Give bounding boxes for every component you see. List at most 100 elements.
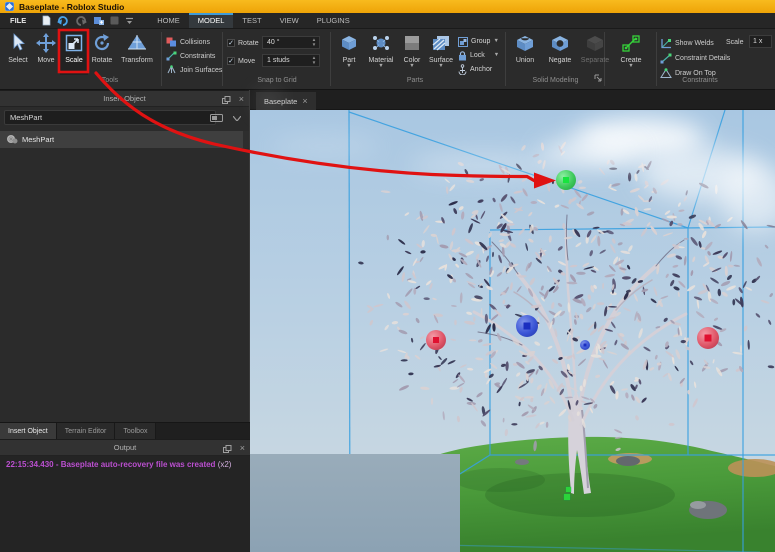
origin-marker-green xyxy=(564,494,570,500)
anchor-icon xyxy=(458,64,467,75)
tree-branches xyxy=(472,228,688,427)
move-icon xyxy=(36,31,56,55)
create-constraint-icon xyxy=(622,31,640,55)
cloud xyxy=(270,135,380,157)
float-panel-icon[interactable] xyxy=(223,445,232,453)
placeholder-icon xyxy=(110,16,119,25)
anchor-button[interactable]: Anchor xyxy=(458,63,492,76)
color-button[interactable]: Color ▼ xyxy=(398,31,426,75)
chevron-down-icon[interactable]: ▼ xyxy=(628,63,633,69)
tab-model[interactable]: MODEL xyxy=(188,13,234,28)
insert-icon[interactable] xyxy=(93,15,105,26)
union-button[interactable]: Union xyxy=(510,31,540,75)
undo-icon[interactable] xyxy=(57,15,69,26)
scale-handle-front-blue[interactable] xyxy=(516,315,538,337)
meshpart-icon xyxy=(7,135,18,144)
stepper-icon[interactable]: ▲ ▼ xyxy=(310,55,318,66)
separate-icon xyxy=(585,31,605,55)
section-divider xyxy=(330,32,331,86)
chevron-down-icon[interactable]: ▼ xyxy=(409,63,414,69)
handle-center-square xyxy=(583,343,587,347)
origin-marker-green xyxy=(566,487,571,492)
section-divider xyxy=(505,32,506,86)
chevron-down-icon[interactable]: ▼ xyxy=(438,63,443,69)
rotate-button[interactable]: Rotate xyxy=(88,31,116,75)
scale-handle-back-blue[interactable] xyxy=(580,340,590,350)
constraint-details-toggle[interactable]: Constraint Details xyxy=(660,52,730,64)
chevron-down-icon[interactable] xyxy=(233,116,241,121)
group-button[interactable]: Group ▼ xyxy=(458,35,499,48)
lock-button[interactable]: Lock ▼ xyxy=(458,49,499,62)
snap-move-checkbox[interactable]: ✓ Move xyxy=(227,55,255,67)
list-item-meshpart[interactable]: MeshPart xyxy=(0,131,249,148)
stepper-icon[interactable]: ▲ ▼ xyxy=(310,37,318,48)
snap-move-input[interactable]: 1 studs ▲ ▼ xyxy=(262,54,320,67)
float-panel-icon[interactable] xyxy=(222,96,231,104)
tab-view[interactable]: VIEW xyxy=(271,13,308,28)
tab-plugins[interactable]: PLUGINS xyxy=(308,13,359,28)
filter-icon[interactable] xyxy=(210,114,223,122)
part-button[interactable]: Part ▼ xyxy=(334,31,364,75)
file-menu[interactable]: FILE xyxy=(0,13,36,28)
constraints-toggle-icon xyxy=(166,51,177,61)
dock-tab-toolbox[interactable]: Toolbox xyxy=(115,423,157,439)
rotate-icon xyxy=(92,31,112,55)
handle-center-square xyxy=(433,337,439,343)
join-surfaces-icon xyxy=(167,65,176,74)
chevron-down-icon[interactable]: ▼ xyxy=(493,38,498,44)
handle-center-square xyxy=(563,177,569,183)
chevron-down-icon[interactable]: ▼ xyxy=(346,63,351,69)
dock-tab-insert-object[interactable]: Insert Object xyxy=(0,423,57,439)
dock-tab-terrain-editor[interactable]: Terrain Editor xyxy=(56,423,116,439)
negate-button[interactable]: Negate xyxy=(544,31,576,75)
snap-rotate-input[interactable]: 40 ° ▲ ▼ xyxy=(262,36,320,49)
solid-modeling-section-label: Solid Modeling xyxy=(532,77,579,84)
chevron-down-icon[interactable]: ▼ xyxy=(494,52,499,58)
dock-tab-bar: Insert Object Terrain Editor Toolbox xyxy=(0,422,250,439)
constraints-toggle[interactable]: Constraints xyxy=(166,50,215,62)
part-cube-icon xyxy=(340,31,358,55)
union-icon xyxy=(515,31,535,55)
close-panel-icon[interactable]: × xyxy=(239,94,244,104)
scale-handle-left-red[interactable] xyxy=(426,330,446,350)
collisions-icon xyxy=(166,37,176,47)
snap-rotate-checkbox[interactable]: ✓ Rotate xyxy=(227,37,259,49)
new-file-icon[interactable] xyxy=(42,15,51,26)
tab-test[interactable]: TEST xyxy=(233,13,270,28)
handle-center-square xyxy=(523,322,531,330)
create-button[interactable]: Create ▼ xyxy=(610,31,652,75)
customize-quick-access-icon[interactable] xyxy=(125,17,134,25)
surface-button[interactable]: Surface ▼ xyxy=(426,31,456,75)
tab-home[interactable]: HOME xyxy=(148,13,189,28)
join-surfaces-toggle[interactable]: Join Surfaces xyxy=(166,64,222,76)
insert-object-search-input[interactable]: MeshPart xyxy=(4,110,216,125)
scale-handle-top-green[interactable] xyxy=(556,170,576,190)
show-welds-toggle[interactable]: Show Welds xyxy=(660,37,714,49)
constraint-scale-input[interactable]: 1 x xyxy=(749,35,772,48)
move-button[interactable]: Move xyxy=(32,31,60,75)
select-cursor-icon xyxy=(10,31,26,55)
scale-button[interactable]: Scale xyxy=(60,31,88,75)
collisions-toggle[interactable]: Collisions xyxy=(166,36,210,48)
constraints-section-label: Constraints xyxy=(682,77,718,84)
transform-button[interactable]: Transform xyxy=(116,31,158,75)
section-divider xyxy=(222,32,223,86)
select-button[interactable]: Select xyxy=(4,31,32,75)
close-tab-icon[interactable]: × xyxy=(302,96,307,106)
3d-scene[interactable] xyxy=(250,110,775,552)
lock-icon xyxy=(459,50,466,60)
list-scroll-gutter[interactable] xyxy=(243,131,249,148)
surface-icon xyxy=(432,31,450,55)
redo-icon[interactable] xyxy=(75,15,88,26)
document-tab-baseplate[interactable]: ☁ Baseplate × xyxy=(256,92,316,110)
scale-handle-right-red[interactable] xyxy=(697,327,719,349)
output-panel: Output × 22:15:34.430 - Baseplate auto-r… xyxy=(0,439,250,552)
chevron-down-icon[interactable]: ▼ xyxy=(378,63,383,69)
dialog-launcher-icon[interactable] xyxy=(594,74,602,82)
group-icon xyxy=(458,36,468,47)
material-button[interactable]: Material ▼ xyxy=(366,31,396,75)
output-log-line: 22:15:34.430 - Baseplate auto-recovery f… xyxy=(6,460,232,469)
output-panel-title: Output xyxy=(113,443,137,452)
water xyxy=(250,454,460,552)
close-panel-icon[interactable]: × xyxy=(240,443,245,453)
